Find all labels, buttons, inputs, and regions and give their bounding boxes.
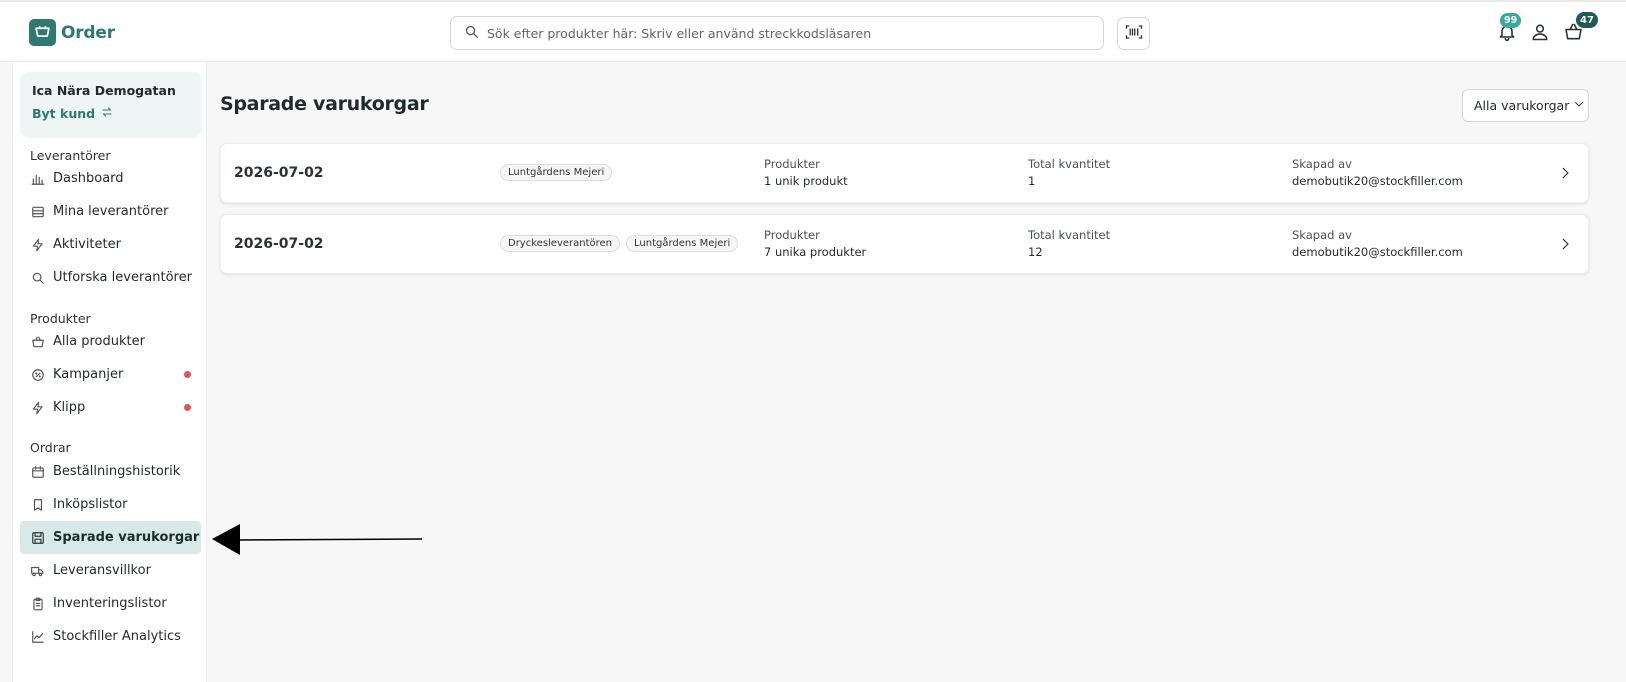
clipboard-icon bbox=[30, 596, 45, 611]
products-column: Produkter 7 unika produkter bbox=[764, 227, 866, 261]
app-logo[interactable]: Order bbox=[29, 19, 115, 46]
created-by-column: Skapad av demobutik20@stockfiller.com bbox=[1292, 227, 1463, 261]
sidebar-item-label: Klipp bbox=[53, 400, 86, 415]
sidebar-item-kampanjer[interactable]: Kampanjer bbox=[20, 358, 201, 391]
sidebar-item-label: Inventeringslistor bbox=[53, 596, 167, 611]
sidebar-item-label: Inköpslistor bbox=[53, 497, 128, 512]
notifications-badge: 99 bbox=[1500, 13, 1522, 28]
supplier-tags: Dryckesleverantören Luntgårdens Mejeri bbox=[500, 235, 739, 252]
products-value: 1 unik produkt bbox=[764, 174, 848, 188]
sidebar-item-sparade-varukorgar[interactable]: Sparade varukorgar bbox=[20, 521, 201, 554]
quantity-value: 12 bbox=[1028, 245, 1043, 259]
quantity-label: Total kvantitet bbox=[1028, 228, 1111, 242]
new-indicator-dot bbox=[184, 404, 191, 411]
sidebar-item-inkopslistor[interactable]: Inköpslistor bbox=[20, 488, 201, 521]
created-by-column: Skapad av demobutik20@stockfiller.com bbox=[1292, 156, 1463, 190]
created-by-value: demobutik20@stockfiller.com bbox=[1292, 174, 1463, 188]
quantity-column: Total kvantitet 12 bbox=[1028, 227, 1110, 261]
sidebar-item-label: Beställningshistorik bbox=[53, 464, 181, 479]
calendar-icon bbox=[30, 464, 45, 479]
cart-badge: 47 bbox=[1576, 12, 1598, 28]
sidebar-item-label: Aktiviteter bbox=[53, 237, 121, 252]
bar-chart-icon bbox=[30, 171, 45, 186]
basket-logo-icon bbox=[29, 19, 56, 46]
chevron-down-icon bbox=[1573, 98, 1585, 113]
customer-name: Ica Nära Demogatan bbox=[32, 83, 176, 98]
save-icon bbox=[30, 530, 45, 545]
supplier-tag: Dryckesleverantören bbox=[500, 235, 621, 252]
section-title-produkter: Produkter bbox=[30, 311, 91, 326]
discount-icon bbox=[30, 367, 45, 382]
cart-date: 2026-07-02 bbox=[234, 236, 324, 252]
sidebar-item-label: Mina leverantörer bbox=[53, 204, 169, 219]
truck-icon bbox=[30, 563, 45, 578]
new-indicator-dot bbox=[184, 371, 191, 378]
swap-arrows-icon bbox=[101, 106, 113, 121]
saved-cart-row[interactable]: 2026-07-02 Dryckesleverantören Luntgårde… bbox=[220, 214, 1589, 274]
quantity-value: 1 bbox=[1028, 174, 1036, 188]
profile-button[interactable] bbox=[1528, 22, 1552, 46]
sidebar-item-mina-leverantorer[interactable]: Mina leverantörer bbox=[20, 195, 201, 228]
sidebar-item-leveransvillkor[interactable]: Leveransvillkor bbox=[20, 554, 201, 587]
sidebar-item-inventeringslistor[interactable]: Inventeringslistor bbox=[20, 587, 201, 620]
search-icon bbox=[464, 24, 479, 43]
quantity-label: Total kvantitet bbox=[1028, 157, 1111, 171]
app-name: Order bbox=[61, 22, 115, 43]
sidebar-item-label: Sparade varukorgar bbox=[53, 530, 200, 545]
quantity-column: Total kvantitet 1 bbox=[1028, 156, 1110, 190]
sidebar-item-label: Kampanjer bbox=[53, 367, 124, 382]
sidebar-item-label: Stockfiller Analytics bbox=[53, 629, 181, 644]
section-title-leverantorer: Leverantörer bbox=[30, 148, 111, 163]
cart-date: 2026-07-02 bbox=[234, 165, 324, 181]
created-by-label: Skapad av bbox=[1292, 228, 1352, 242]
created-by-label: Skapad av bbox=[1292, 157, 1352, 171]
switch-customer-label: Byt kund bbox=[32, 106, 96, 121]
barcode-scanner-button[interactable] bbox=[1117, 17, 1150, 50]
line-chart-icon bbox=[30, 629, 45, 644]
sidebar-item-label: Leveransvillkor bbox=[53, 563, 151, 578]
annotation-arrow bbox=[212, 524, 423, 555]
barcode-icon bbox=[1125, 24, 1143, 44]
search-bar[interactable] bbox=[450, 16, 1104, 50]
chevron-right-icon[interactable] bbox=[1556, 164, 1574, 182]
supplier-tags: Luntgårdens Mejeri bbox=[500, 164, 613, 181]
sidebar-item-dashboard[interactable]: Dashboard bbox=[20, 162, 201, 195]
sidebar-item-utforska-leverantorer[interactable]: Utforska leverantörer bbox=[20, 261, 201, 294]
supplier-tag: Luntgårdens Mejeri bbox=[500, 164, 613, 181]
products-value: 7 unika produkter bbox=[764, 245, 867, 259]
store-icon bbox=[30, 204, 45, 219]
top-bar: Order 99 47 bbox=[0, 0, 1626, 62]
user-icon bbox=[1530, 22, 1550, 46]
products-column: Produkter 1 unik produkt bbox=[764, 156, 848, 190]
page-title: Sparade varukorgar bbox=[220, 93, 429, 115]
saved-cart-row[interactable]: 2026-07-02 Luntgårdens Mejeri Produkter … bbox=[220, 143, 1589, 203]
section-title-ordrar: Ordrar bbox=[30, 440, 71, 455]
lightning-icon bbox=[30, 400, 45, 415]
sidebar-item-label: Dashboard bbox=[53, 171, 124, 186]
switch-customer-button[interactable]: Byt kund bbox=[32, 106, 190, 121]
sidebar-item-alla-produkter[interactable]: Alla produkter bbox=[20, 325, 201, 358]
sidebar-item-aktiviteter[interactable]: Aktiviteter bbox=[20, 228, 201, 261]
sidebar-item-klipp[interactable]: Klipp bbox=[20, 391, 201, 424]
chevron-right-icon[interactable] bbox=[1556, 235, 1574, 253]
search-icon bbox=[30, 270, 45, 285]
cart-filter-dropdown[interactable]: Alla varukorgar bbox=[1462, 89, 1589, 122]
basket-icon bbox=[30, 334, 45, 349]
search-input[interactable] bbox=[487, 25, 1087, 41]
sidebar: Ica Nära Demogatan Byt kund Leverantörer… bbox=[12, 62, 207, 682]
supplier-tag: Luntgårdens Mejeri bbox=[626, 235, 739, 252]
sidebar-item-label: Utforska leverantörer bbox=[53, 270, 192, 285]
bookmark-icon bbox=[30, 497, 45, 512]
sidebar-item-stockfiller-analytics[interactable]: Stockfiller Analytics bbox=[20, 620, 201, 653]
created-by-value: demobutik20@stockfiller.com bbox=[1292, 245, 1463, 259]
customer-card: Ica Nära Demogatan Byt kund bbox=[21, 72, 201, 136]
products-label: Produkter bbox=[764, 157, 820, 171]
lightning-icon bbox=[30, 237, 45, 252]
sidebar-item-label: Alla produkter bbox=[53, 334, 145, 349]
sidebar-item-bestallningshistorik[interactable]: Beställningshistorik bbox=[20, 455, 201, 488]
cart-filter-selected: Alla varukorgar bbox=[1474, 98, 1570, 113]
products-label: Produkter bbox=[764, 228, 820, 242]
